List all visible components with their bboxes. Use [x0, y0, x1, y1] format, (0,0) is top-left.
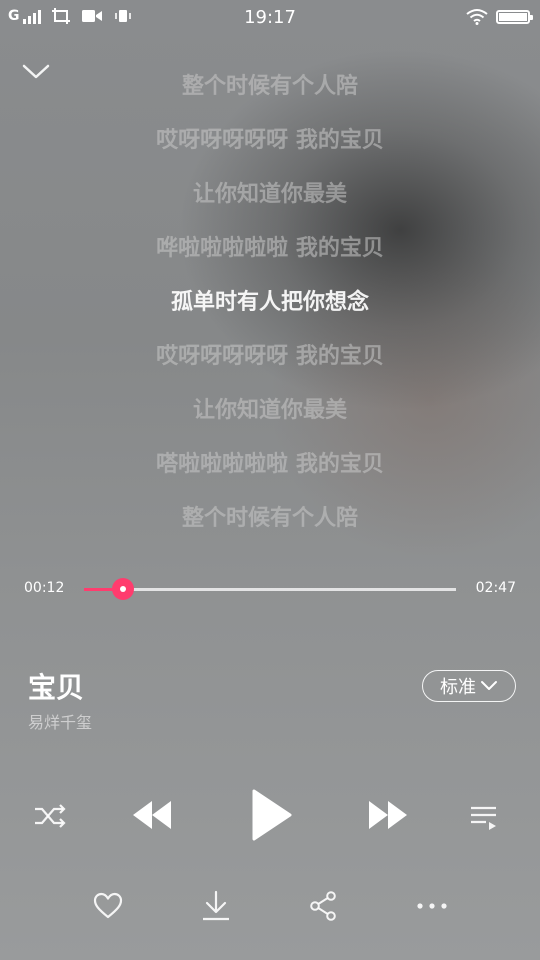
- heart-icon: [93, 892, 123, 919]
- play-icon: [252, 789, 292, 841]
- next-icon: [369, 801, 407, 829]
- status-time: 19:17: [244, 7, 296, 28]
- more-button[interactable]: [410, 886, 454, 926]
- download-icon: [203, 890, 229, 921]
- status-bar: G 19:17: [0, 0, 540, 36]
- share-button[interactable]: [303, 886, 343, 926]
- lyric-line: 让你知道你最美: [192, 182, 347, 207]
- more-icon: [417, 903, 447, 909]
- wifi-icon: [466, 9, 488, 25]
- elapsed-time: 00:12: [24, 580, 65, 596]
- total-time: 02:47: [475, 580, 516, 596]
- lyric-line: 哎呀呀呀呀呀 我的宝贝: [156, 128, 384, 153]
- progress-bar[interactable]: [84, 578, 456, 600]
- lyric-line: 整个时候有个人陪: [181, 506, 358, 531]
- lyric-line: 嗒啦啦啦啦啦 我的宝贝: [156, 452, 384, 477]
- song-artist[interactable]: 易烊千玺: [28, 709, 92, 733]
- playlist-icon: [471, 806, 496, 830]
- progress-thumb[interactable]: [112, 578, 135, 600]
- status-right: [466, 8, 533, 25]
- previous-button[interactable]: [126, 792, 178, 838]
- chevron-down-icon: [481, 681, 497, 690]
- download-button[interactable]: [196, 886, 236, 926]
- shuffle-icon: [35, 804, 66, 828]
- play-button[interactable]: [240, 783, 302, 847]
- next-button[interactable]: [362, 792, 414, 838]
- lyrics-panel[interactable]: 整个时候有个人陪 哎呀呀呀呀呀 我的宝贝 让你知道你最美 哗啦啦啦啦啦 我的宝贝 孤单时…: [0, 62, 540, 548]
- song-title: 宝贝: [28, 671, 85, 704]
- lyric-line: 哗啦啦啦啦啦 我的宝贝: [156, 236, 384, 261]
- favorite-button[interactable]: [88, 886, 128, 926]
- lyric-line-current: 孤单时有人把你想念: [170, 290, 369, 315]
- lyric-line: 整个时候有个人陪: [181, 74, 358, 99]
- lyric-line: 哎呀呀呀呀呀 我的宝贝: [156, 344, 384, 369]
- battery-icon: [496, 9, 533, 24]
- previous-icon: [133, 801, 171, 829]
- playlist-button[interactable]: [462, 796, 506, 838]
- quality-label: 标准: [440, 677, 476, 698]
- shuffle-button[interactable]: [28, 796, 72, 836]
- lyric-line: 让你知道你最美: [192, 398, 347, 423]
- quality-button[interactable]: 标准: [422, 670, 516, 702]
- share-icon: [310, 891, 336, 921]
